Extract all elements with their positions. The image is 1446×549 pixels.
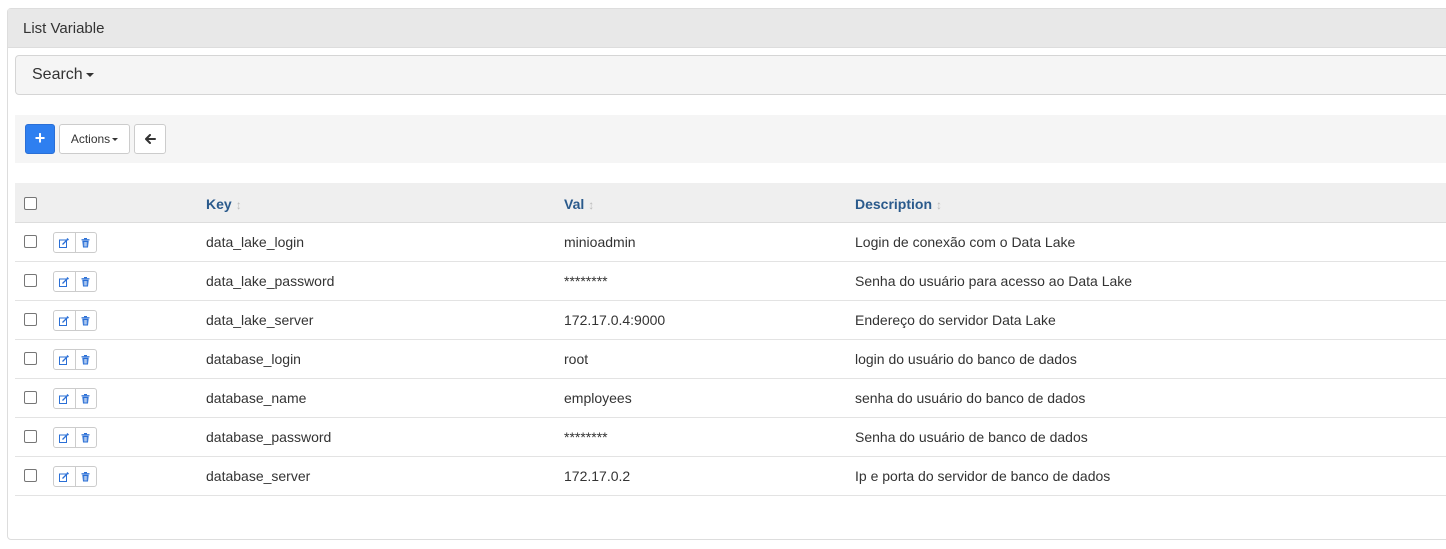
arrow-left-icon (144, 133, 156, 144)
edit-button[interactable] (54, 233, 75, 252)
row-select-checkbox[interactable] (24, 430, 37, 443)
edit-button[interactable] (54, 389, 75, 408)
row-action-buttons (53, 388, 97, 409)
edit-button[interactable] (54, 311, 75, 330)
back-button[interactable] (134, 124, 166, 154)
table-header: Key ↕ Val ↕ Description ↕ (15, 183, 1446, 223)
row-action-buttons (53, 349, 97, 370)
row-select-checkbox[interactable] (24, 469, 37, 482)
row-select-checkbox[interactable] (24, 274, 37, 287)
edit-icon (59, 237, 70, 248)
table-row: data_lake_server 172.17.0.4:9000 Endereço … (15, 301, 1446, 340)
table-row: database_server 172.17.0.2 Ip e porta do s… (15, 457, 1446, 496)
row-action-buttons (53, 466, 97, 487)
cell-key: data_lake_server (206, 312, 314, 328)
cell-val: 172.17.0.4:9000 (564, 312, 666, 328)
column-description-label: Description (855, 196, 933, 212)
column-val-label: Val (564, 196, 585, 212)
search-toggle[interactable]: Search (15, 55, 1446, 95)
cell-key: database_server (206, 468, 311, 484)
actions-label: Actions (70, 132, 111, 146)
edit-icon (59, 471, 70, 482)
edit-icon (59, 276, 70, 287)
edit-button[interactable] (54, 272, 75, 291)
edit-button[interactable] (54, 467, 75, 486)
cell-description: Ip e porta do servidor de banco de dados (855, 468, 1111, 484)
table-row: database_login root login do usuário do ba… (15, 340, 1446, 379)
delete-button[interactable] (74, 233, 97, 252)
cell-val: minioadmin (564, 234, 636, 250)
cell-key: data_lake_password (206, 273, 335, 289)
cell-val: 172.17.0.2 (564, 468, 631, 484)
row-action-buttons (53, 310, 97, 331)
cell-description: Senha do usuário para acesso ao Data Lak… (855, 273, 1133, 289)
trash-icon (81, 237, 90, 248)
row-select-checkbox[interactable] (24, 391, 37, 404)
edit-button[interactable] (54, 428, 75, 447)
delete-button[interactable] (74, 467, 97, 486)
trash-icon (81, 393, 90, 404)
column-header-val[interactable]: Val ↕ (564, 183, 594, 223)
column-header-key[interactable]: Key ↕ (206, 183, 242, 223)
column-key-label: Key (206, 196, 232, 212)
trash-icon (81, 471, 90, 482)
cell-key: database_name (206, 390, 307, 406)
table-row: data_lake_password ******** Senha do usuár… (15, 262, 1446, 301)
edit-icon (59, 315, 70, 326)
trash-icon (81, 432, 90, 443)
edit-icon (59, 393, 70, 404)
cell-val: ******** (564, 429, 608, 445)
row-action-buttons (53, 427, 97, 448)
search-label: Search (32, 66, 83, 83)
cell-val: employees (564, 390, 632, 406)
row-action-buttons (53, 271, 97, 292)
edit-icon (59, 432, 70, 443)
edit-button[interactable] (54, 350, 75, 369)
cell-key: database_password (206, 429, 332, 445)
row-select-checkbox[interactable] (24, 313, 37, 326)
row-select-checkbox[interactable] (24, 352, 37, 365)
cell-val: root (564, 351, 589, 367)
caret-down-icon (85, 72, 94, 77)
table-row: data_lake_login minioadmin Login de conexã… (15, 223, 1446, 262)
edit-icon (59, 354, 70, 365)
toolbar: + Actions (15, 115, 1446, 163)
cell-description: Endereço do servidor Data Lake (855, 312, 1056, 328)
table-row: database_name employees senha do usuário d… (15, 379, 1446, 418)
panel-title: List Variable (8, 9, 1446, 48)
add-button[interactable]: + (25, 124, 55, 154)
row-action-buttons (53, 232, 97, 253)
actions-dropdown-button[interactable]: Actions (59, 124, 130, 154)
trash-icon (81, 276, 90, 287)
cell-description: Login de conexão com o Data Lake (855, 234, 1076, 250)
delete-button[interactable] (74, 389, 97, 408)
row-select-checkbox[interactable] (24, 235, 37, 248)
cell-key: database_login (206, 351, 301, 367)
sort-icon: ↕ (936, 198, 943, 212)
table-row: database_password ******** Senha do usuári… (15, 418, 1446, 457)
cell-description: senha do usuário do banco de dados (855, 390, 1086, 406)
trash-icon (81, 315, 90, 326)
sort-icon: ↕ (235, 198, 242, 212)
delete-button[interactable] (74, 350, 97, 369)
cell-val: ******** (564, 273, 608, 289)
delete-button[interactable] (74, 428, 97, 447)
cell-description: login do usuário do banco de dados (855, 351, 1077, 367)
delete-button[interactable] (74, 272, 97, 291)
column-header-description[interactable]: Description ↕ (855, 183, 942, 223)
delete-button[interactable] (74, 311, 97, 330)
sort-icon: ↕ (588, 198, 595, 212)
caret-down-icon (112, 138, 119, 142)
trash-icon (81, 354, 90, 365)
cell-key: data_lake_login (206, 234, 305, 250)
select-all-checkbox[interactable] (24, 197, 37, 210)
cell-description: Senha do usuário de banco de dados (855, 429, 1088, 445)
